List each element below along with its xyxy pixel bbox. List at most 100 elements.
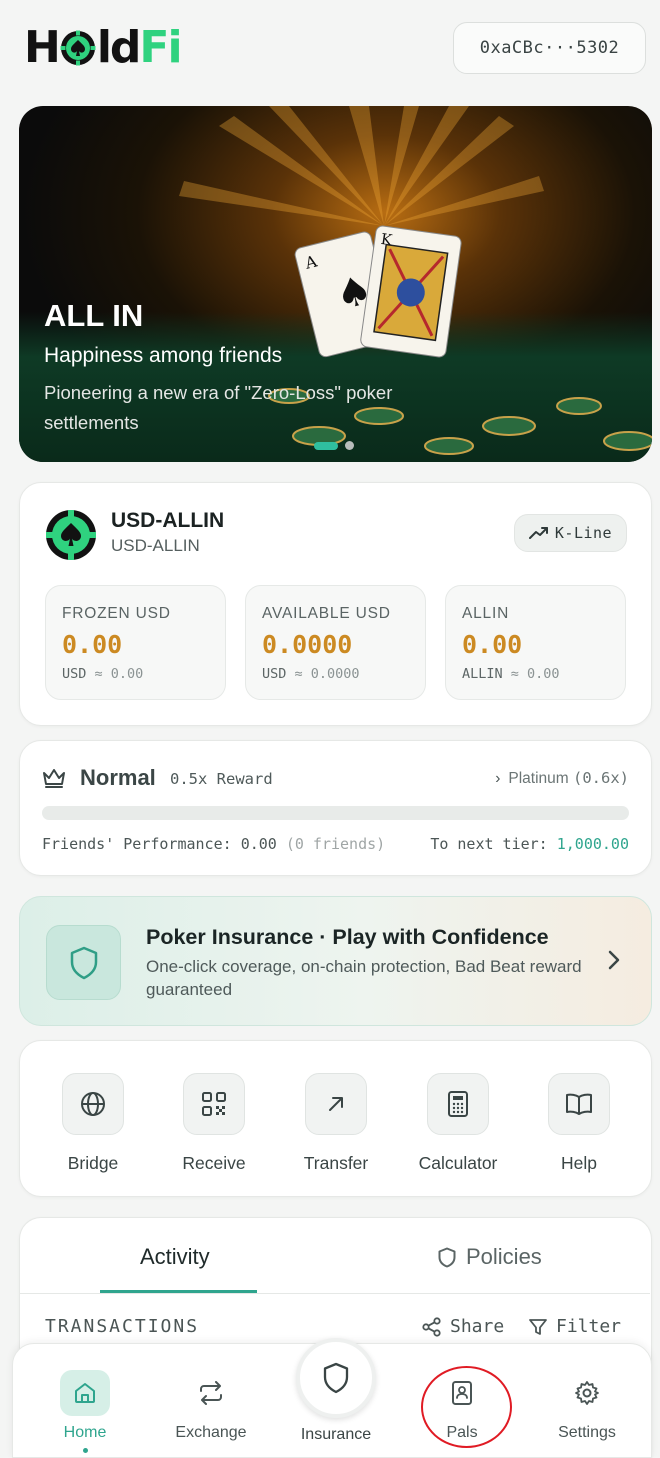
action-label: Receive bbox=[182, 1153, 246, 1173]
nav-exchange[interactable]: Exchange bbox=[156, 1370, 266, 1442]
playing-cards-decoration: A ♠ K bbox=[294, 225, 462, 358]
nav-settings[interactable]: Settings bbox=[532, 1370, 642, 1442]
promo-banner[interactable]: A ♠ K ALL IN Happiness among friends Pio… bbox=[19, 106, 652, 462]
bridge-icon-box bbox=[62, 1073, 124, 1135]
token-name: USD-ALLIN bbox=[111, 509, 225, 532]
next-tier-link[interactable]: › Platinum (0.6x) bbox=[495, 769, 629, 788]
home-icon-box bbox=[60, 1370, 110, 1416]
action-label: Calculator bbox=[418, 1153, 498, 1173]
book-icon bbox=[566, 1093, 592, 1115]
help-icon-box bbox=[548, 1073, 610, 1135]
filter-label: Filter bbox=[556, 1316, 622, 1337]
home-icon bbox=[75, 1383, 95, 1403]
bottom-navigation: Home Exchange Insurance Pals Settings bbox=[12, 1338, 652, 1458]
filter-icon bbox=[529, 1318, 547, 1335]
exchange-icon bbox=[200, 1381, 222, 1405]
tabs-divider bbox=[20, 1293, 650, 1294]
highlight-circle-annotation bbox=[421, 1366, 512, 1448]
settings-icon-box bbox=[562, 1370, 612, 1416]
balance-label: ALLIN bbox=[462, 605, 510, 622]
banner-subtitle: Happiness among friends bbox=[44, 344, 283, 367]
chevron-right-icon: › bbox=[495, 770, 501, 787]
gear-icon bbox=[575, 1381, 599, 1405]
action-label: Help bbox=[561, 1153, 597, 1173]
arrow-up-right-icon bbox=[329, 1097, 343, 1111]
bridge-action[interactable]: Bridge bbox=[32, 1073, 154, 1174]
allin-balance: ALLIN 0.00 ALLIN ≈ 0.00 bbox=[445, 585, 626, 700]
next-tier-name: Platinum bbox=[508, 770, 569, 787]
token-symbol: USD-ALLIN bbox=[111, 536, 200, 555]
tab-activity[interactable]: Activity bbox=[140, 1244, 210, 1270]
balance-label: AVAILABLE USD bbox=[262, 605, 391, 622]
tab-policies-label: Policies bbox=[466, 1244, 542, 1269]
action-label: Bridge bbox=[67, 1153, 119, 1173]
banner-description: Pioneering a new era of "Zero-Loss" poke… bbox=[44, 382, 393, 433]
globe-icon bbox=[81, 1092, 105, 1116]
banner-title: ALL IN bbox=[44, 298, 144, 333]
share-button[interactable]: Share bbox=[422, 1316, 504, 1337]
balance-value: 0.00 bbox=[462, 630, 523, 659]
wallet-address-button[interactable]: 0xaCBc···5302 bbox=[453, 22, 646, 74]
available-usd-balance: AVAILABLE USD 0.0000 USD ≈ 0.0000 bbox=[245, 585, 426, 700]
calculator-icon bbox=[448, 1091, 468, 1117]
kline-button[interactable]: K-Line bbox=[514, 514, 627, 552]
share-icon bbox=[422, 1316, 441, 1337]
calculator-icon-box bbox=[427, 1073, 489, 1135]
exchange-icon-box bbox=[186, 1370, 236, 1416]
nav-label: Exchange bbox=[175, 1424, 247, 1441]
nav-home[interactable]: Home bbox=[30, 1370, 140, 1453]
trending-up-icon bbox=[528, 527, 548, 539]
balance-value: 0.00 bbox=[62, 630, 123, 659]
quick-actions-card: Bridge Receive Transfer Calculator Help bbox=[19, 1040, 652, 1197]
friends-performance: Friends' Performance: 0.00 (0 friends) bbox=[42, 835, 386, 853]
app-header: H ld Fi 0xaCBc···5302 bbox=[0, 0, 660, 100]
chevron-right-icon bbox=[608, 950, 620, 970]
transfer-icon-box bbox=[305, 1073, 367, 1135]
logo-letters-fi: Fi bbox=[139, 22, 182, 73]
share-label: Share bbox=[450, 1316, 505, 1337]
help-action[interactable]: Help bbox=[518, 1073, 640, 1174]
nav-insurance-button[interactable] bbox=[296, 1338, 376, 1418]
poker-insurance-banner[interactable]: Poker Insurance · Play with Confidence O… bbox=[19, 896, 652, 1026]
filter-button[interactable]: Filter bbox=[528, 1316, 621, 1337]
poker-chip-logo-icon bbox=[60, 30, 96, 66]
token-balance-card: USD-ALLIN USD-ALLIN K-Line FROZEN USD 0.… bbox=[19, 482, 652, 726]
shield-icon bbox=[323, 1362, 349, 1394]
carousel-indicator bbox=[314, 441, 354, 450]
balance-label: FROZEN USD bbox=[62, 605, 171, 622]
qr-code-icon bbox=[202, 1092, 226, 1116]
carousel-dot[interactable] bbox=[345, 441, 354, 450]
insurance-description: One-click coverage, on-chain protection,… bbox=[146, 957, 582, 999]
usd-allin-token-icon bbox=[46, 510, 96, 560]
active-nav-dot bbox=[82, 1448, 88, 1453]
crown-icon bbox=[43, 769, 65, 788]
tier-reward: 0.5x Reward bbox=[170, 770, 273, 788]
transfer-action[interactable]: Transfer bbox=[275, 1073, 397, 1174]
receive-action[interactable]: Receive bbox=[153, 1073, 275, 1174]
insurance-title: Poker Insurance · Play with Confidence bbox=[146, 925, 549, 949]
to-next-tier: To next tier: 1,000.00 bbox=[430, 835, 629, 853]
reward-tier-card[interactable]: Normal 0.5x Reward › Platinum (0.6x) Frie… bbox=[19, 740, 652, 876]
kline-label: K-Line bbox=[554, 524, 613, 542]
nav-label: Settings bbox=[558, 1424, 616, 1441]
next-tier-multiplier: (0.6x) bbox=[573, 769, 629, 787]
balance-conversion: USD ≈ 0.0000 bbox=[262, 666, 360, 682]
tab-policies[interactable]: Policies bbox=[438, 1244, 542, 1270]
calculator-action[interactable]: Calculator bbox=[397, 1073, 519, 1174]
action-label: Transfer bbox=[303, 1153, 369, 1173]
logo-letter-h: H bbox=[24, 22, 61, 73]
balance-conversion: ALLIN ≈ 0.00 bbox=[462, 666, 560, 682]
transactions-heading: TRANSACTIONS bbox=[45, 1316, 200, 1337]
nav-label: Home bbox=[63, 1424, 107, 1441]
carousel-dot-active[interactable] bbox=[314, 441, 338, 450]
shield-icon bbox=[70, 946, 97, 979]
balance-conversion: USD ≈ 0.00 bbox=[62, 666, 144, 682]
frozen-usd-balance: FROZEN USD 0.00 USD ≈ 0.00 bbox=[45, 585, 226, 700]
balance-value: 0.0000 bbox=[262, 630, 353, 659]
insurance-icon-box bbox=[46, 925, 121, 1000]
receive-icon-box bbox=[183, 1073, 245, 1135]
logo-letters-ld: ld bbox=[96, 22, 142, 73]
holdfi-logo[interactable]: H ld Fi bbox=[24, 22, 183, 73]
shield-icon bbox=[438, 1247, 456, 1267]
nav-label[interactable]: Insurance bbox=[276, 1426, 396, 1444]
